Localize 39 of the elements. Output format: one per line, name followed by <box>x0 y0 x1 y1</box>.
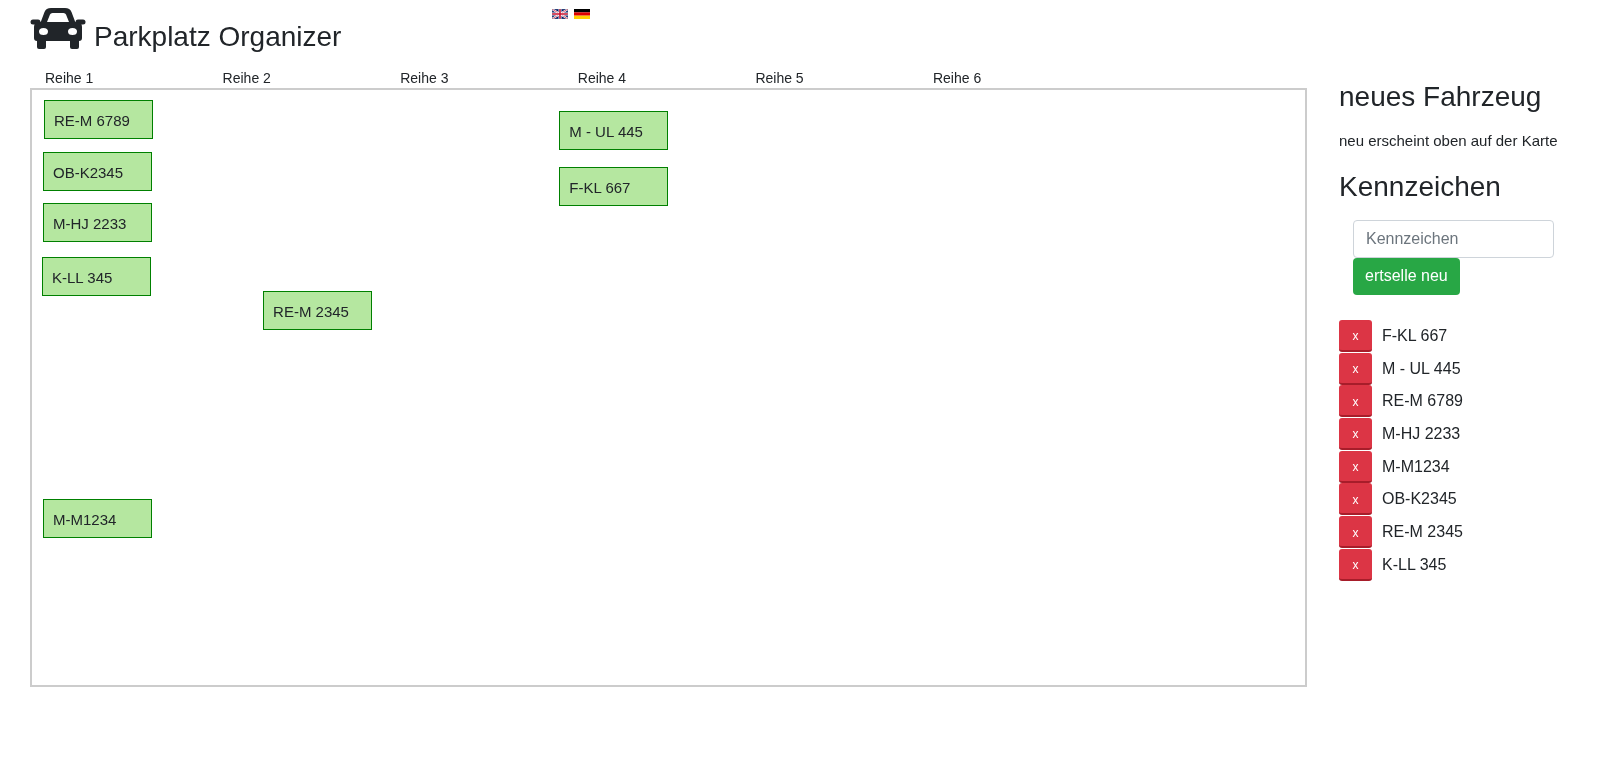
plate-text: M - UL 445 <box>1382 359 1461 378</box>
remove-button[interactable]: x <box>1339 548 1372 581</box>
remove-button[interactable]: x <box>1339 450 1372 483</box>
car-card[interactable]: F-KL 667 <box>559 167 669 206</box>
union-jack-flag-icon[interactable] <box>552 9 568 19</box>
car-card[interactable]: K-LL 345 <box>42 257 151 296</box>
german-flag-icon[interactable] <box>574 9 590 19</box>
section-heading: neues Fahrzeug <box>1339 80 1543 114</box>
lane-label: Reihe 5 <box>755 70 804 87</box>
car-card[interactable]: M-HJ 2233 <box>43 202 152 242</box>
car-card[interactable]: RE-M 6789 <box>44 100 153 139</box>
plate-text: OB-K2345 <box>1382 490 1457 509</box>
car-card[interactable]: M-M1234 <box>43 499 152 538</box>
lane-label: Reihe 4 <box>577 70 627 87</box>
plate-text: RE-M 2345 <box>1382 523 1463 542</box>
lane-label: Reihe 3 <box>400 70 449 87</box>
plate-input[interactable]: Kennzeichen <box>1353 219 1554 258</box>
car-icon <box>30 7 86 49</box>
plate-text: K-LL 345 <box>1382 555 1447 574</box>
remove-button[interactable]: x <box>1339 418 1372 450</box>
remove-button[interactable]: x <box>1339 385 1372 418</box>
car-card[interactable]: M - UL 445 <box>559 111 669 150</box>
lane-label: Reihe 2 <box>222 70 271 87</box>
create-button[interactable]: ertselle neu <box>1353 257 1460 295</box>
section-heading: Kennzeichen <box>1339 170 1502 205</box>
app-title: Parkplatz Organizer <box>94 21 342 53</box>
plate-text: F-KL 667 <box>1382 326 1448 345</box>
car-card[interactable]: OB-K2345 <box>43 151 152 191</box>
lane-label: Reihe 6 <box>932 70 982 87</box>
hint-text: neu erscheint oben auf der Karte <box>1339 131 1559 152</box>
plate-text: M-M1234 <box>1382 457 1450 476</box>
remove-button[interactable]: x <box>1339 352 1372 385</box>
plate-text: RE-M 6789 <box>1382 392 1463 411</box>
lane-label: Reihe 1 <box>45 70 94 87</box>
remove-button[interactable]: x <box>1339 319 1372 352</box>
car-card[interactable]: RE-M 2345 <box>263 291 373 330</box>
remove-button[interactable]: x <box>1339 483 1372 516</box>
remove-button[interactable]: x <box>1339 516 1372 549</box>
plate-text: M-HJ 2233 <box>1382 425 1461 443</box>
